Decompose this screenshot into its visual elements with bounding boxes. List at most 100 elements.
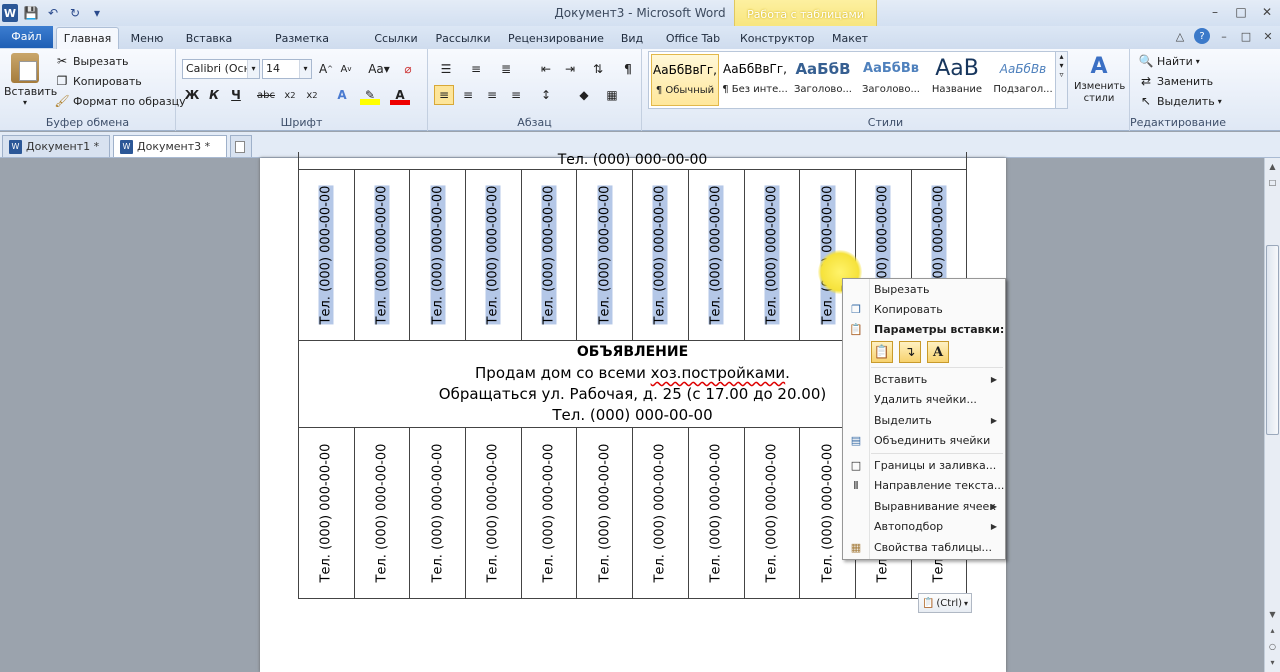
- paste-button[interactable]: Вставить ▾: [4, 53, 57, 115]
- tab-layout[interactable]: Макет: [826, 29, 874, 49]
- minimize-icon[interactable]: –: [1202, 1, 1228, 23]
- doc-restore-icon[interactable]: □: [1238, 28, 1254, 44]
- menu-item-autofit[interactable]: Автоподбор ▶: [843, 517, 1005, 537]
- font-size-select[interactable]: 14 ▾: [262, 59, 312, 79]
- style-title[interactable]: АаВ Название: [923, 54, 991, 106]
- menu-item-delete-cells[interactable]: Удалить ячейки...: [843, 390, 1005, 410]
- clear-formatting-icon[interactable]: ⌀: [398, 59, 418, 79]
- doc-minimize-icon[interactable]: –: [1216, 28, 1232, 44]
- menu-item-merge-cells[interactable]: ▤ Объединить ячейки: [843, 431, 1005, 451]
- font-color-icon[interactable]: A: [390, 85, 410, 105]
- multilevel-list-icon[interactable]: ≣: [496, 59, 516, 79]
- menu-item-insert[interactable]: Вставить ▶: [843, 370, 1005, 390]
- prev-page-icon[interactable]: ▴: [1266, 624, 1279, 637]
- tab-menu[interactable]: Меню: [122, 29, 172, 49]
- redo-icon[interactable]: ↻: [66, 4, 84, 22]
- tab-design[interactable]: Конструктор: [740, 29, 814, 49]
- menu-item-copy[interactable]: ❐ Копировать: [843, 300, 1005, 320]
- tearoff-cell[interactable]: Тел. (000) 000-00-00: [520, 169, 578, 341]
- tab-page-layout[interactable]: Разметка страницы: [246, 29, 358, 65]
- paste-dropdown-icon[interactable]: ▾: [4, 98, 46, 107]
- tearoff-cell[interactable]: Тел. (000) 000-00-00: [576, 169, 634, 341]
- tearoff-cell[interactable]: Тел. (000) 000-00-00: [632, 169, 689, 341]
- align-center-icon[interactable]: ≡: [458, 85, 478, 105]
- undo-icon[interactable]: ↶: [44, 4, 62, 22]
- tab-insert[interactable]: Вставка: [180, 29, 238, 49]
- find-button[interactable]: 🔍 Найти ▾: [1138, 51, 1200, 71]
- tearoff-cell[interactable]: Тел. (000) 000-00-00: [632, 427, 689, 599]
- top-phone-line[interactable]: Тел. (000) 000-00-00: [298, 152, 967, 169]
- underline-button[interactable]: Ч: [226, 85, 246, 105]
- subscript-icon[interactable]: x2: [280, 85, 300, 105]
- tearoff-cell[interactable]: Тел. (000) 000-00-00: [743, 427, 801, 599]
- tab-mailings[interactable]: Рассылки: [432, 29, 494, 49]
- scroll-down-icon[interactable]: ▼: [1266, 608, 1279, 621]
- tearoff-cell[interactable]: Тел. (000) 000-00-00: [298, 427, 355, 599]
- scrollbar-thumb[interactable]: [1266, 245, 1279, 435]
- menu-item-select[interactable]: Выделить ▶: [843, 411, 1005, 431]
- change-styles-button[interactable]: A Изменить стили: [1070, 53, 1128, 113]
- tearoff-cell[interactable]: Тел. (000) 000-00-00: [576, 427, 634, 599]
- style-subtitle[interactable]: АаБбВв Подзагол...: [989, 54, 1057, 106]
- tab-office-tab[interactable]: Office Tab: [660, 29, 726, 49]
- pilcrow-icon[interactable]: ¶: [618, 59, 638, 79]
- menu-item-text-direction[interactable]: Ⅱ Направление текста...: [843, 476, 1005, 496]
- paste-keep-formatting-icon[interactable]: 📋: [871, 341, 893, 363]
- tab-review[interactable]: Рецензирование: [506, 29, 606, 49]
- tearoff-cell[interactable]: Тел. (000) 000-00-00: [465, 169, 522, 341]
- styles-gallery-scroll[interactable]: ▴ ▾ ▿: [1056, 51, 1068, 109]
- tearoff-cell[interactable]: Тел. (000) 000-00-00: [298, 169, 355, 341]
- format-painter-button[interactable]: 🖌 Формат по образцу: [54, 91, 185, 111]
- tearoff-cell[interactable]: Тел. (000) 000-00-00: [687, 427, 745, 599]
- word-logo-icon[interactable]: W: [2, 4, 18, 22]
- numbering-icon[interactable]: ≡: [466, 59, 486, 79]
- scroll-up-icon[interactable]: ▲: [1266, 160, 1279, 173]
- tearoff-cell[interactable]: Тел. (000) 000-00-00: [409, 427, 467, 599]
- bold-button[interactable]: Ж: [182, 85, 202, 105]
- cut-button[interactable]: ✂ Вырезать: [54, 51, 129, 71]
- menu-item-cut[interactable]: Вырезать: [843, 280, 1005, 300]
- grow-font-icon[interactable]: A ^: [316, 59, 336, 79]
- highlight-icon[interactable]: ✎: [360, 85, 380, 105]
- tab-view[interactable]: Вид: [616, 29, 648, 49]
- select-button[interactable]: ↖ Выделить ▾: [1138, 91, 1222, 111]
- doctab-document3[interactable]: W Документ3 *: [113, 135, 227, 157]
- sort-icon[interactable]: ⇅: [588, 59, 608, 79]
- doc-close-icon[interactable]: ✕: [1260, 28, 1276, 44]
- help-icon[interactable]: ?: [1194, 28, 1210, 44]
- replace-button[interactable]: ⇄ Заменить: [1138, 71, 1213, 91]
- minimize-ribbon-icon[interactable]: △: [1172, 28, 1188, 44]
- style-heading-1[interactable]: АаБбВ Заголово...: [789, 54, 857, 106]
- tearoff-cell[interactable]: Тел. (000) 000-00-00: [409, 169, 467, 341]
- tab-file[interactable]: Файл: [0, 26, 53, 48]
- style-normal[interactable]: АаБбВвГг, ¶ Обычный: [651, 54, 719, 106]
- bullets-icon[interactable]: ☰: [436, 59, 456, 79]
- paste-merge-formatting-icon[interactable]: ↴: [899, 341, 921, 363]
- tearoff-cell[interactable]: Тел. (000) 000-00-00: [353, 427, 411, 599]
- style-heading-2[interactable]: АаБбВв Заголово...: [857, 54, 925, 106]
- justify-icon[interactable]: ≡: [506, 85, 526, 105]
- increase-indent-icon[interactable]: ⇥: [560, 59, 580, 79]
- text-effects-icon[interactable]: A: [332, 85, 352, 105]
- strikethrough-icon[interactable]: abc: [256, 85, 276, 105]
- menu-item-borders[interactable]: □ Границы и заливка...: [843, 456, 1005, 476]
- close-icon[interactable]: ✕: [1254, 1, 1280, 23]
- menu-item-table-properties[interactable]: ▦ Свойства таблицы...: [843, 538, 1005, 558]
- borders-icon[interactable]: ▦: [602, 85, 622, 105]
- tearoff-cell[interactable]: Тел. (000) 000-00-00: [353, 169, 411, 341]
- tab-home[interactable]: Главная: [56, 27, 119, 50]
- next-page-icon[interactable]: ▾: [1266, 656, 1279, 669]
- tearoff-cell[interactable]: Тел. (000) 000-00-00: [465, 427, 522, 599]
- decrease-indent-icon[interactable]: ⇤: [536, 59, 556, 79]
- paste-options-button[interactable]: 📋 (Ctrl) ▾: [918, 593, 972, 613]
- tearoff-cell[interactable]: Тел. (000) 000-00-00: [687, 169, 745, 341]
- paste-text-only-icon[interactable]: A: [927, 341, 949, 363]
- italic-button[interactable]: К: [204, 85, 224, 105]
- superscript-icon[interactable]: x2: [302, 85, 322, 105]
- font-family-select[interactable]: Calibri (Осно ▾: [182, 59, 260, 79]
- menu-item-cell-alignment[interactable]: Выравнивание ячеек ▶: [843, 497, 1005, 517]
- style-no-spacing[interactable]: АаБбВвГг, ¶ Без инте...: [721, 54, 789, 106]
- line-spacing-icon[interactable]: ↕: [536, 85, 556, 105]
- tearoff-cell[interactable]: Тел. (000) 000-00-00: [743, 169, 801, 341]
- align-right-icon[interactable]: ≡: [482, 85, 502, 105]
